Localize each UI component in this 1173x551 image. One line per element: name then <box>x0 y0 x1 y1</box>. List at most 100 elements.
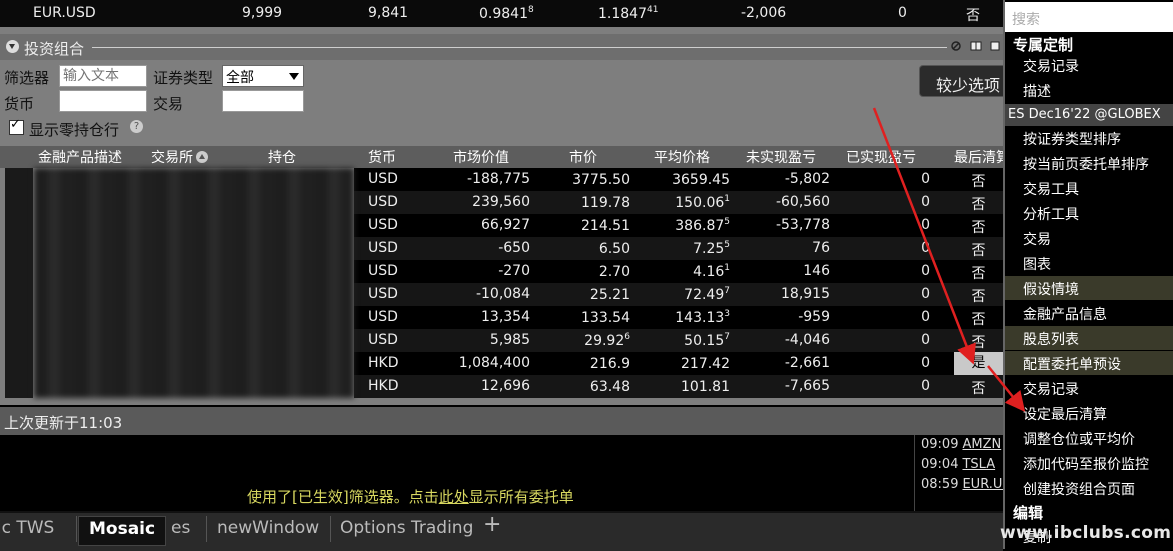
cell-cur: USD <box>368 309 398 325</box>
fewer-options-button[interactable]: 较少选项 <box>919 65 1009 97</box>
menu-item[interactable]: 交易记录 <box>1005 53 1173 77</box>
show-zero-checkbox[interactable] <box>9 117 24 135</box>
quote-col5: -2,006 <box>741 5 787 21</box>
currency-input[interactable] <box>59 90 147 112</box>
quote-col6: 0 <box>898 5 907 21</box>
help-icon[interactable]: ? <box>130 120 143 133</box>
cell-mv: 13,354 <box>481 309 530 325</box>
row-marker <box>5 375 33 398</box>
cell-px: 25.21 <box>589 287 630 303</box>
menu-item[interactable]: 交易 <box>1005 226 1173 250</box>
add-tab-icon[interactable]: + <box>473 513 511 541</box>
menu-item[interactable]: 添加代码至报价监控 <box>1005 451 1173 475</box>
news-item[interactable]: 08:59EUR.US <box>921 477 1003 492</box>
tab-classic-tws[interactable]: sic TWS <box>0 516 64 544</box>
menu-item[interactable]: 金融产品信息 <box>1005 301 1173 325</box>
cell-mv: -188,775 <box>467 171 530 187</box>
col-header-description[interactable]: 金融产品描述 <box>38 147 122 167</box>
cell-upl: -5,802 <box>784 171 830 187</box>
watermark: www.ibclubs.com <box>1000 523 1172 543</box>
cell-mv: 1,084,400 <box>458 355 530 371</box>
annotation-arrows <box>872 107 1026 412</box>
tab-mosaic[interactable]: Mosaic <box>78 516 167 546</box>
menu-item[interactable]: 创建投资组合页面 <box>1005 476 1173 500</box>
cell-px: 63.48 <box>589 379 630 395</box>
exchange-input[interactable] <box>222 90 304 112</box>
row-marker <box>5 329 33 352</box>
menu-item[interactable]: 图表 <box>1005 251 1173 275</box>
sectype-select[interactable]: 全部 <box>222 65 304 87</box>
row-marker <box>5 168 33 191</box>
cell-upl: -2,661 <box>784 355 830 371</box>
show-all-link[interactable]: 此处 <box>439 488 469 506</box>
row-marker <box>5 237 33 260</box>
col-header-position[interactable]: 持仓 <box>268 147 296 167</box>
collapse-icon[interactable] <box>6 40 19 53</box>
cell-upl: -7,665 <box>784 378 830 394</box>
redacted-descriptions <box>34 168 354 398</box>
filter-input[interactable] <box>59 65 147 87</box>
news-item[interactable]: 09:09 AMZN <box>921 437 1001 452</box>
col-header-currency[interactable]: 货币 <box>368 147 396 167</box>
menu-search-placeholder: 搜索 <box>1012 12 1040 28</box>
menu-contract-header: ES Dec16'22 @GLOBEX <box>1005 104 1173 126</box>
tab-es[interactable]: es <box>161 516 200 544</box>
cell-mv: 5,985 <box>489 332 530 348</box>
cell-avg: 143.133 <box>675 309 730 326</box>
cell-upl: -53,778 <box>775 217 830 233</box>
menu-item[interactable]: 描述 <box>1005 78 1173 102</box>
cell-px: 214.51 <box>581 218 630 234</box>
cell-cur: USD <box>368 240 398 256</box>
cell-avg: 7.255 <box>693 240 730 257</box>
cell-px: 3775.50 <box>572 172 630 188</box>
col-header-market-value[interactable]: 市场价值 <box>453 147 509 167</box>
arrow-to-yes-cell <box>872 107 976 365</box>
arrow-to-menu-item <box>987 365 1026 412</box>
col-header-avg-price[interactable]: 平均价格 <box>654 147 710 167</box>
menu-item[interactable]: 股息列表 <box>1005 326 1173 350</box>
menu-item[interactable]: 调整仓位或平均价 <box>1005 426 1173 450</box>
cell-cur: USD <box>368 194 398 210</box>
menu-item[interactable]: 交易工具 <box>1005 176 1173 200</box>
cell-mv: -650 <box>498 240 530 256</box>
quote-symbol: EUR.USD <box>33 5 96 21</box>
quote-col7: 否 <box>966 8 980 24</box>
cell-px: 29.926 <box>584 332 630 349</box>
col-header-price[interactable]: 市价 <box>569 147 597 167</box>
col-header-unrealized[interactable]: 未实现盈亏 <box>746 147 816 167</box>
filter-label: 筛选器 <box>4 69 50 87</box>
menu-item[interactable]: 配置委托单预设 <box>1005 351 1173 375</box>
tab-options-trading[interactable]: Options Trading <box>330 516 483 544</box>
cell-upl: 146 <box>803 263 830 279</box>
menu-item[interactable]: 分析工具 <box>1005 201 1173 225</box>
news-item[interactable]: 09:04 TSLA <box>921 457 995 472</box>
book-icon[interactable] <box>970 40 982 52</box>
cell-cur: USD <box>368 171 398 187</box>
show-zero-label: 显示零持仓行 <box>29 121 120 139</box>
col-header-exchange[interactable]: 交易所 <box>151 147 208 167</box>
menu-item[interactable]: 交易记录 <box>1005 376 1173 400</box>
cell-mv: -10,084 <box>475 286 530 302</box>
cell-avg: 72.497 <box>684 286 730 303</box>
menu-item[interactable]: 设定最后清算 <box>1005 401 1173 425</box>
menu-item[interactable]: 按证券类型排序 <box>1005 126 1173 150</box>
cell-upl: -60,560 <box>775 194 830 210</box>
quote-col2: 9,841 <box>368 5 409 21</box>
sort-up-icon <box>196 151 208 163</box>
last-updated-text: 上次更新于11:03 <box>4 414 123 432</box>
panel-title: 投资组合 <box>24 40 85 58</box>
cell-px: 216.9 <box>589 356 630 372</box>
chevron-down-icon <box>289 73 299 80</box>
quote-col4: 1.184741 <box>598 5 659 22</box>
link-icon[interactable] <box>950 40 962 52</box>
cell-cur: USD <box>368 217 398 233</box>
row-marker <box>5 191 33 214</box>
menu-item[interactable]: 按当前页委托单排序 <box>1005 151 1173 175</box>
cell-px: 2.70 <box>598 264 630 280</box>
menu-item[interactable]: 假设情境 <box>1005 276 1173 300</box>
tab-newwindow[interactable]: newWindow <box>207 516 329 544</box>
eur-usd-quote-row[interactable]: EUR.USD 9,999 9,841 0.98418 1.184741 -2,… <box>0 0 1003 27</box>
window-icon[interactable] <box>990 40 1000 52</box>
cell-cur: USD <box>368 332 398 348</box>
cell-avg: 101.81 <box>681 379 730 395</box>
